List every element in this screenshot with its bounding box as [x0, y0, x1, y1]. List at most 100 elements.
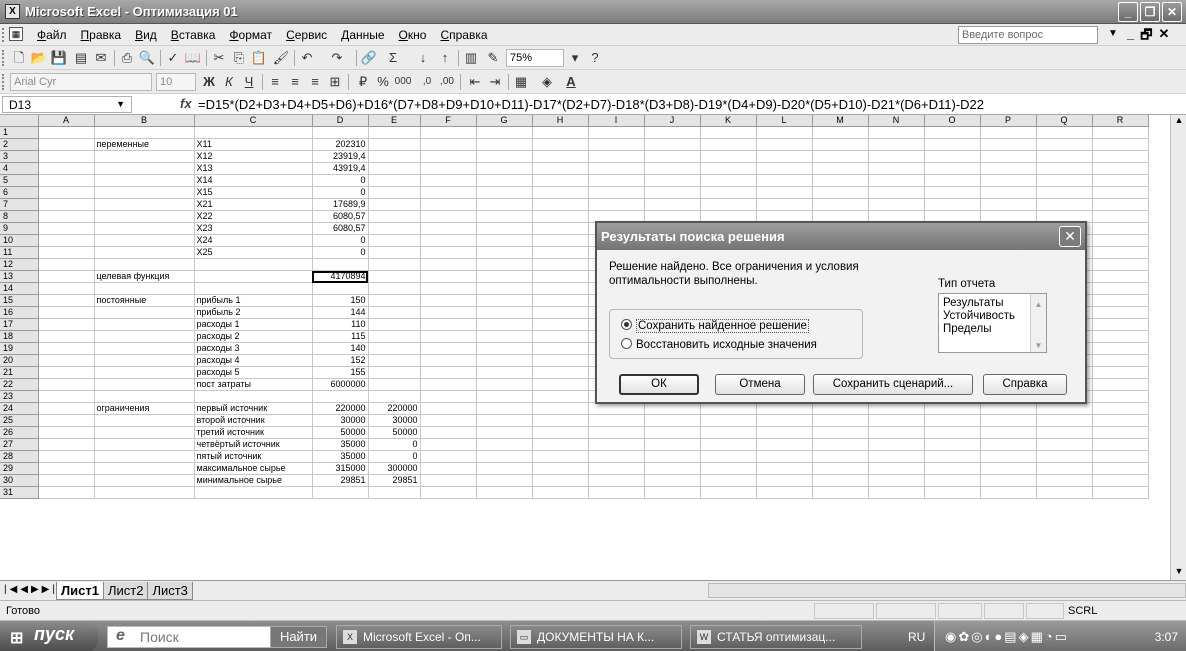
cell[interactable] — [588, 174, 645, 188]
cell[interactable] — [700, 450, 757, 464]
cell[interactable] — [868, 126, 925, 140]
cell[interactable] — [38, 150, 95, 164]
cell[interactable] — [476, 414, 533, 428]
cell[interactable] — [812, 474, 869, 488]
cell[interactable] — [924, 402, 981, 416]
cell[interactable] — [38, 222, 95, 236]
cell[interactable] — [368, 150, 421, 164]
row-header[interactable]: 11 — [0, 246, 39, 260]
cell[interactable] — [532, 234, 589, 248]
cell[interactable] — [38, 258, 95, 272]
cell[interactable] — [532, 486, 589, 500]
cell[interactable] — [94, 282, 195, 296]
cell[interactable] — [980, 486, 1037, 500]
cell[interactable] — [368, 198, 421, 212]
font-name-select[interactable]: Arial Cyr — [10, 73, 152, 91]
cell[interactable]: 6080,57 — [312, 210, 369, 224]
cell[interactable] — [94, 198, 195, 212]
increase-decimal-icon[interactable]: ,0 — [418, 73, 436, 91]
cell[interactable]: второй источник — [194, 414, 313, 428]
cell[interactable] — [588, 486, 645, 500]
print-icon[interactable]: ⎙ — [118, 49, 136, 67]
currency-icon[interactable]: ₽ — [354, 73, 372, 91]
cell[interactable] — [1092, 438, 1149, 452]
cell[interactable] — [476, 270, 533, 284]
cell[interactable] — [924, 450, 981, 464]
cell[interactable] — [420, 282, 477, 296]
cell[interactable] — [980, 462, 1037, 476]
redo-icon[interactable]: ↷ — [328, 49, 346, 67]
column-header[interactable]: G — [476, 115, 533, 128]
cell[interactable] — [700, 186, 757, 200]
cell[interactable] — [532, 306, 589, 320]
column-header[interactable]: L — [756, 115, 813, 128]
cell[interactable] — [532, 270, 589, 284]
taskbar-item-excel[interactable]: X Microsoft Excel - Оп... — [336, 625, 502, 649]
cell[interactable] — [980, 438, 1037, 452]
cell[interactable] — [38, 462, 95, 476]
cell[interactable]: X22 — [194, 210, 313, 224]
cell[interactable] — [700, 162, 757, 176]
cell[interactable]: 115 — [312, 330, 369, 344]
row-header[interactable]: 16 — [0, 306, 39, 320]
cell[interactable] — [700, 414, 757, 428]
cell[interactable] — [1092, 330, 1149, 344]
new-icon[interactable]: 🗋 — [10, 49, 28, 67]
cell[interactable] — [980, 162, 1037, 176]
clock[interactable]: 3:07 — [1155, 630, 1178, 644]
cell[interactable] — [532, 282, 589, 296]
cell[interactable]: 6080,57 — [312, 222, 369, 236]
cell[interactable] — [756, 426, 813, 440]
cell[interactable]: 30000 — [368, 414, 421, 428]
cell[interactable] — [476, 258, 533, 272]
row-header[interactable]: 24 — [0, 402, 39, 416]
cell[interactable] — [700, 474, 757, 488]
cell[interactable] — [94, 234, 195, 248]
cell[interactable] — [868, 450, 925, 464]
cell[interactable] — [94, 486, 195, 500]
cell[interactable] — [588, 150, 645, 164]
cell[interactable] — [532, 210, 589, 224]
row-header[interactable]: 13 — [0, 270, 39, 284]
cell[interactable] — [420, 198, 477, 212]
maximize-button[interactable]: ❐ — [1140, 2, 1160, 22]
cell[interactable] — [532, 474, 589, 488]
tab-sheet2[interactable]: Лист2 — [102, 582, 149, 600]
cell[interactable] — [1036, 186, 1093, 200]
cell[interactable] — [924, 486, 981, 500]
column-header[interactable]: N — [868, 115, 925, 128]
cell[interactable] — [420, 414, 477, 428]
cell[interactable] — [644, 186, 701, 200]
list-scrollbar[interactable]: ▲ ▼ — [1030, 294, 1046, 352]
cell[interactable] — [312, 390, 369, 404]
cell[interactable] — [644, 402, 701, 416]
dialog-title[interactable]: Результаты поиска решения — [597, 223, 1085, 250]
cell[interactable] — [38, 210, 95, 224]
cell[interactable]: 35000 — [312, 450, 369, 464]
cell[interactable] — [368, 342, 421, 356]
chevron-down-icon[interactable]: ▼ — [1108, 28, 1118, 39]
cell[interactable]: расходы 2 — [194, 330, 313, 344]
cell[interactable] — [980, 174, 1037, 188]
cell[interactable] — [588, 474, 645, 488]
cell[interactable] — [194, 270, 313, 284]
cell[interactable]: 4170894 — [312, 270, 369, 284]
cell[interactable] — [1092, 378, 1149, 392]
close-button[interactable]: ✕ — [1162, 2, 1182, 22]
column-header[interactable]: O — [924, 115, 981, 128]
cell[interactable] — [420, 426, 477, 440]
cell[interactable] — [38, 438, 95, 452]
cell[interactable] — [588, 438, 645, 452]
cell[interactable] — [368, 354, 421, 368]
cell[interactable] — [924, 162, 981, 176]
cell[interactable] — [1036, 126, 1093, 140]
cell[interactable] — [476, 486, 533, 500]
cell[interactable] — [644, 414, 701, 428]
cell[interactable] — [532, 246, 589, 260]
format-painter-icon[interactable]: 🖌 — [272, 49, 290, 67]
cell[interactable] — [756, 150, 813, 164]
cell[interactable] — [1092, 450, 1149, 464]
cell[interactable] — [368, 378, 421, 392]
cell[interactable] — [368, 162, 421, 176]
decrease-indent-icon[interactable]: ⇤ — [466, 73, 484, 91]
